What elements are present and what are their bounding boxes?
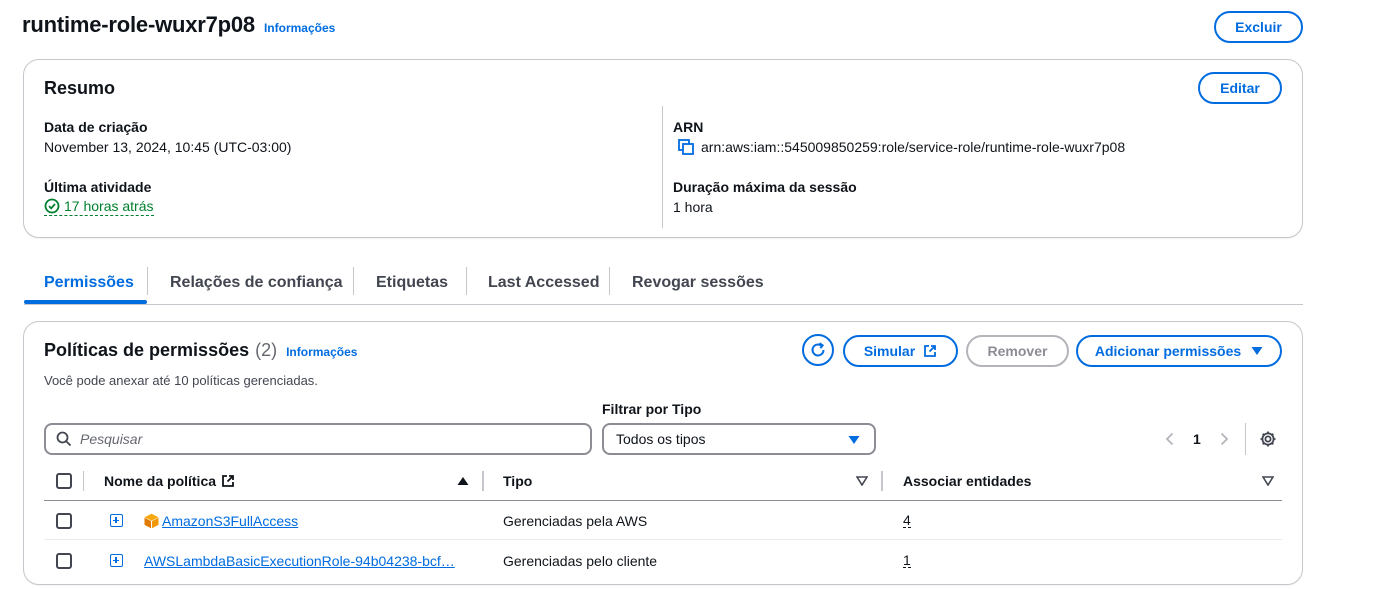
policies-count: (2) xyxy=(255,340,278,360)
max-session-label: Duração máxima da sessão xyxy=(673,179,857,195)
pager-divider xyxy=(1245,423,1246,455)
filter-type-label: Filtrar por Tipo xyxy=(602,401,702,417)
tab-separator xyxy=(609,267,610,295)
max-session-value: 1 hora xyxy=(673,199,713,215)
column-separator xyxy=(881,471,883,491)
column-name-label: Nome da política xyxy=(104,473,217,489)
refresh-button[interactable] xyxy=(802,334,834,366)
expand-cell xyxy=(110,541,123,580)
chevron-right-icon[interactable] xyxy=(1218,432,1230,446)
caret-down-icon xyxy=(848,436,860,444)
last-activity-value[interactable]: 17 horas atrás xyxy=(44,198,154,216)
copy-icon[interactable] xyxy=(677,138,695,156)
row-divider xyxy=(44,539,1282,540)
policy-entities-cell: 4 xyxy=(903,501,911,540)
last-activity-label: Última atividade xyxy=(44,179,152,195)
aws-managed-icon xyxy=(144,513,159,528)
policy-type-cell: Gerenciadas pelo cliente xyxy=(503,552,658,569)
tab-separator xyxy=(466,267,467,295)
policy-name-link[interactable]: AmazonS3FullAccess xyxy=(162,513,298,529)
check-circle-icon xyxy=(44,198,60,214)
external-link-icon xyxy=(222,475,234,487)
tab-separator xyxy=(147,267,148,295)
tab-trust-relationships[interactable]: Relações de confiança xyxy=(170,262,343,304)
summary-title: Resumo xyxy=(44,78,116,98)
column-header-type[interactable]: Tipo xyxy=(503,461,532,501)
edit-button[interactable]: Editar xyxy=(1198,72,1282,104)
arn-value: arn:aws:iam::545009850259:role/service-r… xyxy=(677,138,1125,156)
expand-icon[interactable] xyxy=(110,554,123,567)
simulate-button[interactable]: Simular xyxy=(843,335,958,367)
remove-button[interactable]: Remover xyxy=(966,335,1069,367)
caret-down-icon xyxy=(1251,347,1263,355)
policies-info-link[interactable]: Informações xyxy=(286,345,357,359)
tab-tags[interactable]: Etiquetas xyxy=(376,262,448,304)
simulate-label: Simular xyxy=(863,343,916,359)
policies-header: Políticas de permissões (2) Informações xyxy=(44,340,357,361)
policy-name-cell: AmazonS3FullAccess xyxy=(143,501,298,540)
table-row: AmazonS3FullAccess Gerenciadas pela AWS … xyxy=(44,501,1282,540)
column-separator xyxy=(83,471,84,491)
expand-icon[interactable] xyxy=(110,514,123,527)
sort-ascending-icon[interactable] xyxy=(457,476,469,486)
policies-subtitle: Você pode anexar até 10 políticas gerenc… xyxy=(44,373,318,388)
arn-label: ARN xyxy=(673,119,704,135)
search-icon xyxy=(56,431,72,447)
creation-date-label: Data de criação xyxy=(44,119,148,135)
select-all-checkbox[interactable] xyxy=(56,473,72,489)
pagination: 1 xyxy=(1164,426,1230,452)
type-filter-value: Todos os tipos xyxy=(616,431,706,447)
delete-button[interactable]: Excluir xyxy=(1214,11,1303,43)
search-field[interactable] xyxy=(44,423,592,455)
page-number[interactable]: 1 xyxy=(1193,431,1201,447)
sort-icon[interactable] xyxy=(856,476,868,486)
policy-type-cell: Gerenciadas pela AWS xyxy=(503,512,648,529)
table-row: AWSLambdaBasicExecutionRole-94b04238-bcf… xyxy=(44,541,1282,580)
tab-permissions[interactable]: Permissões xyxy=(44,262,134,304)
row-select-cell xyxy=(56,541,72,580)
summary-card: Resumo Editar Data de criação November 1… xyxy=(23,59,1303,238)
row-checkbox[interactable] xyxy=(56,552,72,569)
expand-cell xyxy=(110,501,123,540)
policies-title: Políticas de permissões xyxy=(44,340,250,360)
tab-revoke-sessions[interactable]: Revogar sessões xyxy=(632,262,764,304)
column-header-name[interactable]: Nome da política xyxy=(104,461,235,501)
external-link-icon xyxy=(924,345,937,357)
row-checkbox[interactable] xyxy=(56,512,72,529)
page-header: runtime-role-wuxr7p08 Informações xyxy=(22,12,335,38)
arn-text: arn:aws:iam::545009850259:role/service-r… xyxy=(701,139,1126,155)
refresh-icon xyxy=(811,342,825,357)
column-header-entities[interactable]: Associar entidades xyxy=(903,461,1031,501)
column-separator xyxy=(482,471,484,491)
entities-count[interactable]: 1 xyxy=(903,553,911,568)
page-title: runtime-role-wuxr7p08 xyxy=(22,12,255,37)
gear-icon[interactable] xyxy=(1259,430,1277,448)
active-tab-indicator xyxy=(24,300,147,304)
header-info-link[interactable]: Informações xyxy=(264,21,335,35)
policy-name-cell: AWSLambdaBasicExecutionRole-94b04238-bcf… xyxy=(144,541,455,580)
policies-card: Políticas de permissões (2) Informações … xyxy=(23,321,1303,585)
select-all-cell xyxy=(56,461,72,501)
policy-entities-cell: 1 xyxy=(903,541,911,580)
add-permissions-label: Adicionar permissões xyxy=(1094,343,1242,359)
type-filter-select[interactable]: Todos os tipos xyxy=(602,423,876,455)
tab-last-accessed[interactable]: Last Accessed xyxy=(488,262,599,304)
search-input[interactable] xyxy=(80,431,560,447)
row-select-cell xyxy=(56,501,72,540)
last-activity-text: 17 horas atrás xyxy=(64,198,154,214)
tab-bar: Permissões Relações de confiança Etiquet… xyxy=(24,262,1303,305)
summary-divider xyxy=(662,106,663,228)
sort-icon[interactable] xyxy=(1262,476,1274,486)
add-permissions-button[interactable]: Adicionar permissões xyxy=(1076,335,1282,367)
policy-name-link[interactable]: AWSLambdaBasicExecutionRole-94b04238-bcf… xyxy=(144,553,455,569)
tab-separator xyxy=(353,267,354,295)
entities-count[interactable]: 4 xyxy=(903,513,911,528)
creation-date-value: November 13, 2024, 10:45 (UTC-03:00) xyxy=(44,139,292,155)
chevron-left-icon[interactable] xyxy=(1164,432,1176,446)
